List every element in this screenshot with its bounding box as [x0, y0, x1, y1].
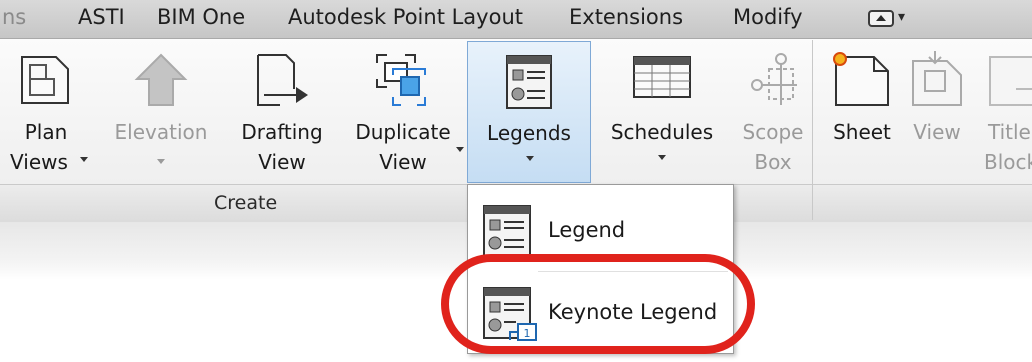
drafting-view-label: Drafting — [241, 120, 323, 144]
legends-button[interactable]: Legends — [467, 41, 591, 183]
legends-dropdown-menu: Legend 1 Keynote Legend — [467, 184, 734, 354]
duplicate-view-button[interactable]: Duplicate View — [344, 41, 464, 183]
duplicate-view-icon — [376, 54, 426, 106]
schedules-label: Schedules — [610, 120, 714, 144]
ribbon-minimize-icon[interactable] — [868, 10, 894, 27]
drafting-view-button[interactable]: Drafting View — [228, 41, 336, 183]
tab-modify[interactable]: Modify — [733, 5, 803, 29]
title-block-label: Title — [988, 120, 1031, 144]
menu-item-keynote-legend-label: Keynote Legend — [548, 300, 718, 324]
sheet-button[interactable]: Sheet — [820, 41, 904, 183]
plan-views-button[interactable]: Plan Views — [0, 41, 92, 183]
schedules-button[interactable]: Schedules — [600, 41, 724, 183]
drafting-view-label-2: View — [258, 150, 306, 174]
sheet-icon — [833, 52, 889, 106]
elevation-icon — [134, 53, 188, 106]
legend-icon — [483, 205, 531, 257]
keynote-legend-icon: 1 — [483, 287, 537, 341]
view-placement-label: View — [913, 120, 961, 144]
ribbon-tab-bar: ns ASTI BIM One Autodesk Point Layout Ex… — [0, 0, 1032, 39]
title-block-button[interactable]: Title Block — [980, 41, 1032, 183]
view-placement-button[interactable]: View — [902, 41, 972, 183]
tab-partial[interactable]: ns — [2, 5, 26, 29]
dropdown-caret-icon — [157, 159, 165, 164]
view-placement-icon — [912, 51, 962, 106]
schedules-icon — [633, 56, 691, 98]
legends-icon — [506, 55, 552, 109]
menu-separator — [538, 271, 728, 272]
menu-item-legend-label: Legend — [548, 218, 626, 242]
dropdown-caret-icon — [456, 147, 464, 152]
legends-label: Legends — [487, 121, 571, 145]
panel-title-create[interactable]: Create — [214, 192, 277, 214]
dropdown-caret-icon — [658, 155, 666, 160]
title-block-label-2: Block — [984, 150, 1032, 174]
chevron-down-icon[interactable]: ▾ — [898, 9, 905, 25]
scope-box-label: Scope — [742, 120, 804, 144]
tab-asti[interactable]: ASTI — [78, 5, 125, 29]
scope-box-icon — [751, 53, 797, 105]
sheet-label: Sheet — [833, 120, 891, 144]
dropdown-caret-icon — [80, 157, 88, 162]
keynote-number-glyph: 1 — [524, 327, 531, 340]
scope-box-label-2: Box — [754, 150, 792, 174]
duplicate-view-label-2: View — [379, 150, 427, 174]
drafting-view-icon — [257, 54, 308, 106]
tab-autodesk-point-layout[interactable]: Autodesk Point Layout — [288, 5, 523, 29]
plan-views-label-2: Views — [10, 150, 68, 174]
menu-item-legend[interactable]: Legend — [468, 191, 733, 269]
dropdown-caret-icon — [526, 156, 534, 161]
duplicate-view-label: Duplicate — [355, 120, 451, 144]
elevation-label: Elevation — [114, 120, 208, 144]
tab-extensions[interactable]: Extensions — [569, 5, 683, 29]
menu-item-keynote-legend[interactable]: 1 Keynote Legend — [468, 273, 733, 351]
plan-views-label: Plan — [24, 120, 68, 144]
tab-bim-one[interactable]: BIM One — [157, 5, 245, 29]
elevation-button[interactable]: Elevation — [108, 41, 214, 183]
plan-views-icon — [21, 56, 69, 104]
title-block-icon — [989, 56, 1032, 106]
scope-box-button[interactable]: Scope Box — [731, 41, 815, 183]
